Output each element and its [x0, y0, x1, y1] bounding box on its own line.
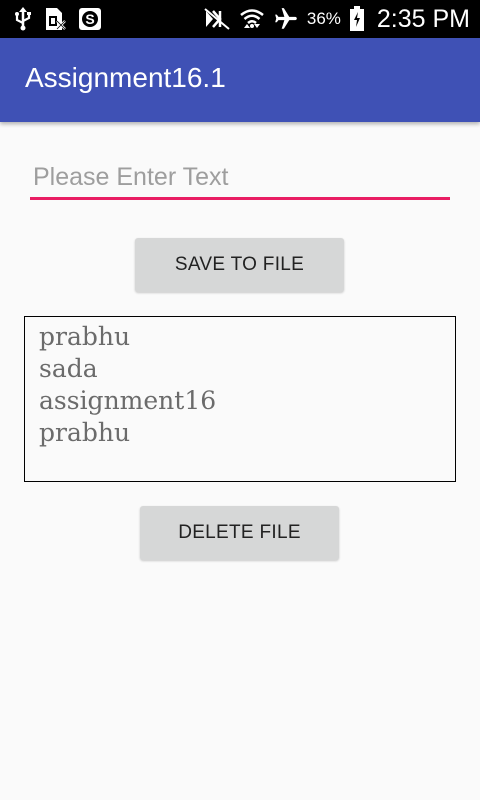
app-bar: Assignment16.1 — [0, 38, 480, 122]
airplane-icon — [273, 6, 299, 32]
status-bar: S 36% 2:35 PM — [0, 0, 480, 38]
file-line: prabhu — [39, 418, 131, 447]
file-line: assignment16 — [39, 386, 217, 415]
delete-file-button[interactable]: DELETE FILE — [140, 506, 339, 560]
file-line: sada — [39, 354, 98, 383]
usb-icon — [14, 7, 32, 31]
clock: 2:35 PM — [376, 4, 470, 33]
sim-icon — [44, 7, 66, 31]
battery-percent: 36% — [306, 9, 341, 28]
text-input[interactable] — [30, 160, 450, 200]
wifi-icon — [239, 6, 265, 32]
save-to-file-button[interactable]: SAVE TO FILE — [135, 238, 344, 292]
s-app-icon: S — [78, 7, 102, 31]
nfc-mute-icon — [203, 7, 231, 31]
text-field — [30, 160, 450, 204]
file-line: prabhu — [39, 322, 131, 351]
app-title: Assignment16.1 — [25, 62, 226, 93]
status-bar-right: 36% 2:35 PM — [203, 0, 470, 38]
file-content-box: prabhu sada assignment16 prabhu — [24, 316, 456, 482]
status-bar-left: S — [14, 6, 102, 32]
svg-text:S: S — [85, 11, 94, 27]
battery-icon — [349, 6, 365, 32]
